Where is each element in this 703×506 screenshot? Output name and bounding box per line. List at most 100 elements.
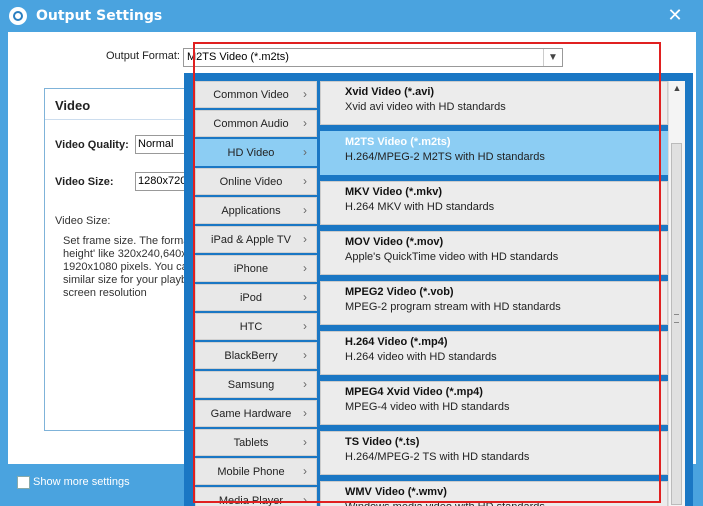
format-name: M2TS Video (*.m2ts) xyxy=(345,136,451,148)
help-line: similar size for your playb xyxy=(63,274,188,286)
scrollbar-grip-icon xyxy=(674,314,679,323)
format-description: H.264 MKV with HD standards xyxy=(345,201,495,213)
format-description: H.264/MPEG-2 TS with HD standards xyxy=(345,451,530,463)
category-label: iPad & Apple TV xyxy=(211,234,291,246)
show-more-settings-checkbox[interactable] xyxy=(17,476,30,489)
category-item[interactable]: Common Audio › xyxy=(195,110,317,137)
format-item[interactable]: H.264 Video (*.mp4) H.264 video with HD s… xyxy=(320,331,668,375)
category-item[interactable]: iPod › xyxy=(195,284,317,311)
category-item[interactable]: Applications › xyxy=(195,197,317,224)
category-item[interactable]: Samsung › xyxy=(195,371,317,398)
output-format-value: M2TS Video (*.m2ts) xyxy=(187,51,289,63)
category-label: iPod xyxy=(239,292,263,304)
chevron-right-icon: › xyxy=(303,319,307,333)
category-item[interactable]: Mobile Phone › xyxy=(195,458,317,485)
category-item[interactable]: iPhone › xyxy=(195,255,317,282)
format-list-scrollbar[interactable]: ▲ xyxy=(668,81,685,506)
format-name: WMV Video (*.wmv) xyxy=(345,486,447,498)
category-label: Applications xyxy=(221,205,281,217)
format-dropdown-popup: Common Video › Common Audio › HD Video › Onlin… xyxy=(184,73,693,506)
video-panel-title: Video xyxy=(55,98,91,113)
format-name: MPEG4 Xvid Video (*.mp4) xyxy=(345,386,483,398)
video-size-help-title: Video Size: xyxy=(55,215,111,227)
category-label: Tablets xyxy=(233,437,269,449)
chevron-right-icon: › xyxy=(303,261,307,275)
category-item[interactable]: Online Video › xyxy=(195,168,317,195)
format-item[interactable]: WMV Video (*.wmv) Windows media video wit… xyxy=(320,481,668,506)
chevron-right-icon: › xyxy=(303,232,307,246)
category-label: iPhone xyxy=(233,263,269,275)
chevron-right-icon: › xyxy=(303,348,307,362)
format-item[interactable]: M2TS Video (*.m2ts) H.264/MPEG-2 M2TS wit… xyxy=(320,131,668,175)
category-label: BlackBerry xyxy=(224,350,278,362)
category-label: Common Video xyxy=(213,89,289,101)
category-label: Common Audio xyxy=(213,118,289,130)
category-item[interactable]: iPad & Apple TV › xyxy=(195,226,317,253)
video-size-label: Video Size: xyxy=(55,176,114,188)
chevron-right-icon: › xyxy=(303,145,307,159)
chevron-right-icon: › xyxy=(303,87,307,101)
video-settings-panel: Video Video Quality: Normal Video Size: … xyxy=(44,88,195,431)
video-size-help-text: Set frame size. The forma height' like 3… xyxy=(63,235,203,300)
category-label: Online Video xyxy=(219,176,283,188)
category-list: Common Video › Common Audio › HD Video › Onlin… xyxy=(195,81,317,506)
format-item[interactable]: MPEG2 Video (*.vob) MPEG-2 program stream… xyxy=(320,281,668,325)
chevron-right-icon: › xyxy=(303,464,307,478)
category-item[interactable]: HD Video › xyxy=(195,139,317,166)
category-label: Game Hardware xyxy=(210,408,292,420)
category-item[interactable]: HTC › xyxy=(195,313,317,340)
video-panel-header: Video xyxy=(45,89,193,120)
format-name: MKV Video (*.mkv) xyxy=(345,186,442,198)
chevron-right-icon: › xyxy=(303,290,307,304)
format-description: Xvid avi video with HD standards xyxy=(345,101,506,113)
category-label: Media Player xyxy=(218,495,284,506)
chevron-right-icon: › xyxy=(303,493,307,506)
format-description: H.264 video with HD standards xyxy=(345,351,497,363)
category-item[interactable]: Common Video › xyxy=(195,81,317,108)
window-title: Output Settings xyxy=(36,8,163,24)
format-item[interactable]: TS Video (*.ts) H.264/MPEG-2 TS with HD s… xyxy=(320,431,668,475)
title-bar: Output Settings ✕ xyxy=(0,0,703,32)
video-quality-label: Video Quality: xyxy=(55,139,129,151)
format-item[interactable]: MKV Video (*.mkv) H.264 MKV with HD stand… xyxy=(320,181,668,225)
format-description: Apple's QuickTime video with HD standard… xyxy=(345,251,559,263)
format-description: Windows media video with HD standards xyxy=(345,501,545,506)
show-more-settings-label[interactable]: Show more settings xyxy=(33,476,130,488)
chevron-down-icon[interactable]: ▼ xyxy=(543,49,562,66)
category-item[interactable]: Game Hardware › xyxy=(195,400,317,427)
format-name: MOV Video (*.mov) xyxy=(345,236,444,248)
format-item[interactable]: Xvid Video (*.avi) Xvid avi video with HD… xyxy=(320,81,668,125)
scroll-up-icon[interactable]: ▲ xyxy=(669,83,685,97)
help-line: screen resolution xyxy=(63,287,147,299)
format-item[interactable]: MPEG4 Xvid Video (*.mp4) MPEG-4 video wit… xyxy=(320,381,668,425)
app-film-reel-icon xyxy=(9,7,27,25)
category-label: Mobile Phone xyxy=(217,466,285,478)
output-format-select[interactable]: M2TS Video (*.m2ts) ▼ xyxy=(183,48,563,67)
chevron-right-icon: › xyxy=(303,435,307,449)
chevron-right-icon: › xyxy=(303,203,307,217)
format-name: Xvid Video (*.avi) xyxy=(345,86,435,98)
chevron-right-icon: › xyxy=(303,116,307,130)
category-item[interactable]: Tablets › xyxy=(195,429,317,456)
help-line: Set frame size. The forma xyxy=(63,235,190,247)
scrollbar-thumb[interactable] xyxy=(671,143,682,505)
format-list: Xvid Video (*.avi) Xvid avi video with HD… xyxy=(320,81,689,506)
category-item[interactable]: BlackBerry › xyxy=(195,342,317,369)
close-icon[interactable]: ✕ xyxy=(664,4,686,26)
help-line: height' like 320x240,640x xyxy=(63,248,187,260)
output-format-label: Output Format: xyxy=(106,50,180,62)
format-description: H.264/MPEG-2 M2TS with HD standards xyxy=(345,151,545,163)
category-label: HTC xyxy=(239,321,263,333)
category-label: HD Video xyxy=(227,147,275,159)
chevron-right-icon: › xyxy=(303,174,307,188)
chevron-right-icon: › xyxy=(303,377,307,391)
category-label: Samsung xyxy=(227,379,275,391)
chevron-right-icon: › xyxy=(303,406,307,420)
format-item[interactable]: MOV Video (*.mov) Apple's QuickTime video… xyxy=(320,231,668,275)
format-description: MPEG-2 program stream with HD standards xyxy=(345,301,561,313)
format-name: H.264 Video (*.mp4) xyxy=(345,336,448,348)
format-description: MPEG-4 video with HD standards xyxy=(345,401,510,413)
output-settings-window: Output Settings ✕ Output Format: M2TS Vi… xyxy=(0,0,703,506)
category-item[interactable]: Media Player › xyxy=(195,487,317,506)
help-line: 1920x1080 pixels. You ca xyxy=(63,261,188,273)
